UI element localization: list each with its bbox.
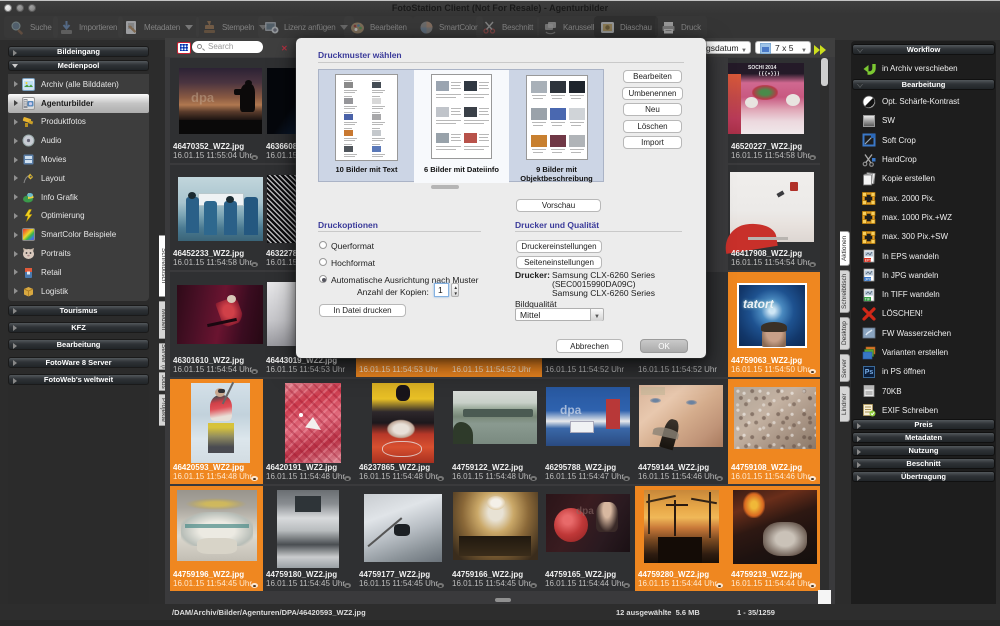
svg-text:TIF: TIF	[865, 297, 870, 301]
svg-text:JPG: JPG	[865, 278, 872, 282]
svg-text:EPS: EPS	[865, 258, 873, 262]
